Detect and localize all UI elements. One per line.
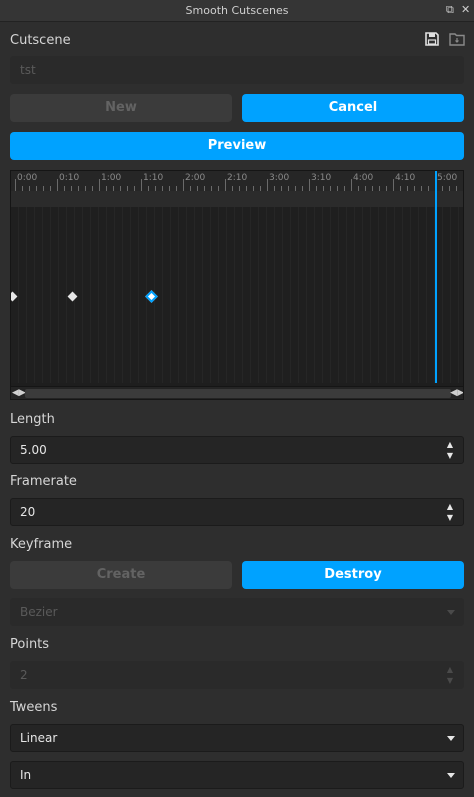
timeline-tick-label: 0:00	[17, 173, 38, 183]
decrement-icon[interactable]: ▼	[445, 677, 455, 685]
new-button[interactable]: New	[10, 94, 232, 122]
points-value: 2	[20, 668, 28, 682]
timeline-tick-label: 2:10	[227, 173, 248, 183]
window-titlebar: Smooth Cutscenes ⧉ ✕	[0, 0, 474, 22]
create-keyframe-button[interactable]: Create	[10, 561, 232, 589]
length-value: 5.00	[20, 443, 47, 457]
timeline-tick	[393, 179, 394, 191]
timeline-scrollbar[interactable]: ◀▶ ◀▶	[11, 386, 463, 399]
timeline-tick	[141, 179, 142, 191]
timeline-tick	[463, 186, 464, 191]
keyframe-marker[interactable]	[11, 291, 18, 302]
chevron-down-icon	[447, 736, 455, 741]
keyframe-track[interactable]	[11, 207, 463, 383]
timeline-tick-label: 3:10	[311, 173, 332, 183]
length-stepper[interactable]: ▲ ▼	[445, 440, 455, 460]
timeline-tick	[267, 179, 268, 191]
easing-dropdown[interactable]: Bezier	[10, 598, 464, 626]
timeline-tick-label: 1:00	[101, 173, 122, 183]
points-stepper[interactable]: ▲ ▼	[445, 665, 455, 685]
chevron-down-icon	[447, 610, 455, 615]
increment-icon[interactable]: ▲	[445, 441, 455, 449]
points-label: Points	[10, 637, 50, 652]
length-label: Length	[10, 412, 55, 427]
timeline-tick	[99, 179, 100, 191]
timeline-tick	[57, 179, 58, 191]
tween-direction-dropdown[interactable]: In	[10, 761, 464, 789]
timeline-playhead[interactable]	[435, 171, 437, 383]
open-folder-icon[interactable]	[449, 31, 465, 46]
timeline-scroll-thumb[interactable]	[25, 389, 451, 398]
tween-style-value: Linear	[20, 731, 58, 745]
tweens-label: Tweens	[10, 700, 58, 715]
timeline-ruler[interactable]: 0:00 0:10 1:00 1:10 2:00 2:10 3:00 3:10 4:00 4:10…	[11, 171, 464, 191]
scroll-right-icon[interactable]: ◀▶	[450, 387, 463, 399]
timeline-tick	[225, 179, 226, 191]
keyframe-label: Keyframe	[10, 537, 73, 552]
timeline-tick-label: 2:00	[185, 173, 206, 183]
timeline-ruler-strip	[11, 191, 463, 207]
timeline-tick-label: 3:00	[269, 173, 290, 183]
window-title: Smooth Cutscenes	[185, 4, 289, 17]
framerate-label: Framerate	[10, 474, 77, 489]
increment-icon[interactable]: ▲	[445, 503, 455, 511]
save-icon[interactable]	[425, 31, 439, 46]
timeline-tick	[15, 179, 16, 191]
timeline-tick-label: 5:00	[437, 173, 458, 183]
cutscene-label: Cutscene	[10, 33, 71, 48]
cutscene-name-placeholder: tst	[20, 63, 36, 77]
framerate-input[interactable]: 20 ▲ ▼	[10, 498, 464, 526]
preview-button[interactable]: Preview	[10, 132, 464, 160]
timeline-tick-label: 4:00	[353, 173, 374, 183]
timeline-tick-label: 4:10	[395, 173, 416, 183]
destroy-keyframe-button[interactable]: Destroy	[242, 561, 464, 589]
scroll-left-icon[interactable]: ◀▶	[12, 387, 26, 399]
timeline-tick-label: 1:10	[143, 173, 164, 183]
framerate-stepper[interactable]: ▲ ▼	[445, 502, 455, 522]
points-input[interactable]: 2 ▲ ▼	[10, 661, 464, 689]
keyframe-marker[interactable]	[67, 291, 78, 302]
decrement-icon[interactable]: ▼	[445, 514, 455, 522]
timeline-tick	[351, 179, 352, 191]
cutscene-name-input[interactable]: tst	[10, 56, 464, 84]
timeline-tick	[183, 179, 184, 191]
chevron-down-icon	[447, 773, 455, 778]
decrement-icon[interactable]: ▼	[445, 452, 455, 460]
keyframe-marker-selected[interactable]	[145, 290, 158, 303]
restore-window-icon[interactable]: ⧉	[446, 3, 454, 17]
tween-style-dropdown[interactable]: Linear	[10, 724, 464, 752]
length-input[interactable]: 5.00 ▲ ▼	[10, 436, 464, 464]
increment-icon[interactable]: ▲	[445, 666, 455, 674]
timeline-tick	[309, 179, 310, 191]
timeline-editor[interactable]: 0:00 0:10 1:00 1:10 2:00 2:10 3:00 3:10 4:00 4:10…	[10, 170, 464, 400]
cancel-button[interactable]: Cancel	[242, 94, 464, 122]
easing-value: Bezier	[20, 605, 58, 619]
close-icon[interactable]: ✕	[461, 3, 470, 16]
timeline-tick-label: 0:10	[59, 173, 80, 183]
tween-direction-value: In	[20, 768, 32, 782]
framerate-value: 20	[20, 505, 36, 519]
